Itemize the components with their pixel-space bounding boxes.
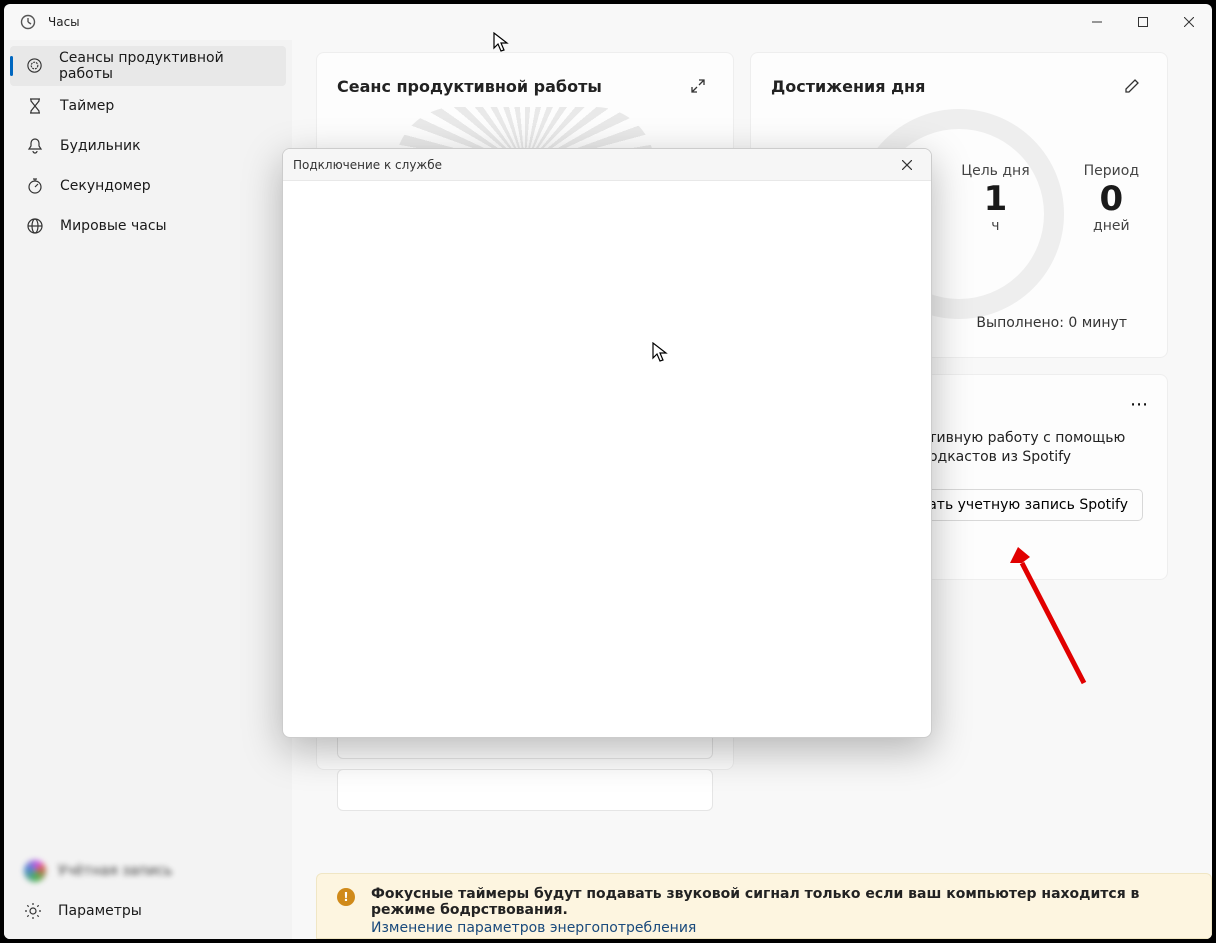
edit-button[interactable] bbox=[1117, 71, 1147, 101]
nav-item-timer[interactable]: Таймер bbox=[10, 86, 286, 126]
stats: Цель дня 1 ч Период 0 дней bbox=[961, 163, 1139, 234]
dialog-title: Подключение к службе bbox=[293, 158, 893, 172]
nav-label: Будильник bbox=[60, 138, 141, 154]
warning-banner: ! Фокусные таймеры будут подавать звуков… bbox=[316, 873, 1212, 939]
maximize-button[interactable] bbox=[1120, 4, 1166, 40]
nav-label: Секундомер bbox=[60, 178, 151, 194]
streak-unit: дней bbox=[1084, 218, 1139, 234]
account-item[interactable]: Учётная запись bbox=[10, 851, 286, 891]
nav-item-focus-sessions[interactable]: Сеансы продуктивной работы bbox=[10, 46, 286, 86]
hourglass-icon bbox=[26, 97, 44, 115]
banner-link[interactable]: Изменение параметров энергопотребления bbox=[371, 920, 1191, 936]
streak-stat: Период 0 дней bbox=[1084, 163, 1139, 234]
dialog-titlebar: Подключение к службе bbox=[283, 149, 931, 181]
sidebar: Сеансы продуктивной работы Таймер Будиль… bbox=[4, 40, 292, 939]
goal-value: 1 bbox=[961, 181, 1029, 218]
warning-icon: ! bbox=[337, 888, 355, 906]
sidebar-bottom: Учётная запись Параметры bbox=[4, 843, 292, 939]
nav-item-alarm[interactable]: Будильник bbox=[10, 126, 286, 166]
nav-list: Сеансы продуктивной работы Таймер Будиль… bbox=[4, 46, 292, 843]
stopwatch-icon bbox=[26, 177, 44, 195]
titlebar: Часы bbox=[4, 4, 1212, 40]
focus-icon bbox=[26, 57, 43, 75]
banner-content: Фокусные таймеры будут подавать звуковой… bbox=[371, 886, 1191, 936]
nav-label: Таймер bbox=[60, 98, 114, 114]
card-header: Сеанс продуктивной работы bbox=[337, 71, 713, 101]
minimize-button[interactable] bbox=[1074, 4, 1120, 40]
nav-label: Сеансы продуктивной работы bbox=[59, 50, 270, 82]
gear-icon bbox=[24, 902, 42, 920]
close-button[interactable] bbox=[1166, 4, 1212, 40]
goal-unit: ч bbox=[961, 218, 1029, 234]
globe-icon bbox=[26, 217, 44, 235]
connect-service-dialog: Подключение к службе bbox=[282, 148, 932, 738]
nav-item-stopwatch[interactable]: Секундомер bbox=[10, 166, 286, 206]
goal-stat: Цель дня 1 ч bbox=[961, 163, 1029, 234]
app-title: Часы bbox=[48, 15, 1074, 29]
card-title: Сеанс продуктивной работы bbox=[337, 77, 602, 96]
banner-title: Фокусные таймеры будут подавать звуковой… bbox=[371, 886, 1191, 918]
card-title: Достижения дня bbox=[771, 77, 925, 96]
streak-value: 0 bbox=[1084, 181, 1139, 218]
streak-label: Период bbox=[1084, 163, 1139, 179]
app-icon bbox=[20, 14, 36, 30]
more-button[interactable]: ⋯ bbox=[1125, 389, 1155, 419]
avatar bbox=[24, 860, 46, 882]
account-name: Учётная запись bbox=[58, 863, 172, 879]
dialog-close-button[interactable] bbox=[893, 153, 921, 177]
goal-label: Цель дня bbox=[961, 163, 1029, 179]
session-option-row[interactable] bbox=[337, 769, 713, 811]
window-controls bbox=[1074, 4, 1212, 40]
settings-label: Параметры bbox=[58, 903, 142, 919]
completed-text: Выполнено: 0 минут bbox=[976, 315, 1127, 331]
bell-icon bbox=[26, 137, 44, 155]
nav-label: Мировые часы bbox=[60, 218, 167, 234]
card-header: Достижения дня bbox=[771, 71, 1147, 101]
nav-item-settings[interactable]: Параметры bbox=[10, 891, 286, 931]
nav-item-world-clock[interactable]: Мировые часы bbox=[10, 206, 286, 246]
expand-button[interactable] bbox=[683, 71, 713, 101]
